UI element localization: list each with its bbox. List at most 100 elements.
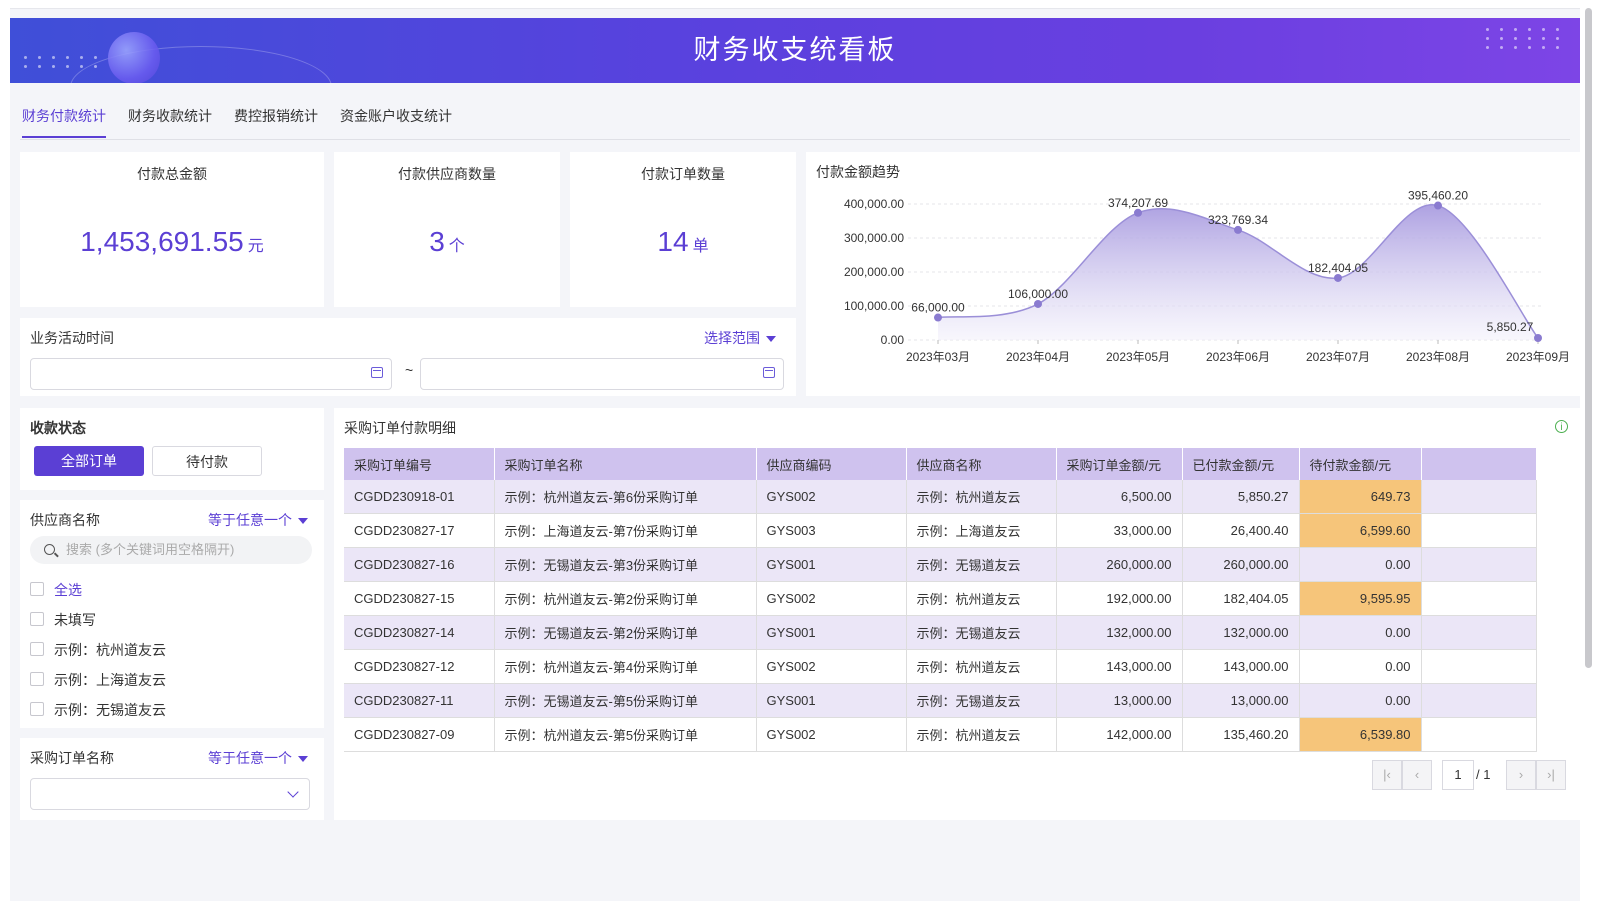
table-cell: 示例：杭州道友云-第6份采购订单 [494,480,757,514]
checkbox-label: 示例：上海道友云 [54,672,166,688]
table-cell: 182,404.05 [1182,581,1300,616]
checkbox[interactable] [30,642,44,656]
supplier-match-mode[interactable]: 等于任意一个 [208,510,308,530]
checkbox-label: 未填写 [54,612,96,628]
table-cell: 135,460.20 [1182,717,1300,752]
last-page-button[interactable]: ›| [1536,760,1566,790]
select-range-link[interactable]: 选择范围 [704,328,776,348]
tab-payment-stats[interactable]: 财务付款统计 [22,98,106,138]
calendar-icon[interactable] [763,367,775,378]
column-header[interactable]: 待付款金额/元 [1299,448,1422,480]
data-label: 323,769.34 [1208,213,1268,227]
table-cell-blank [1421,717,1537,752]
table-cell: 9,595.95 [1299,581,1422,616]
table-cell: 26,400.40 [1182,513,1300,548]
first-page-button[interactable]: |‹ [1372,760,1402,790]
table-row[interactable]: CGDD230827-14 示例：无锡道友云-第2份采购订单 GYS001 示例：无锡… [344,615,1537,650]
trend-chart-card: 付款金额趋势 0.00 100,000.00 200,000.00 300,000.0… [806,152,1580,396]
column-header[interactable]: 采购订单名称 [494,448,757,480]
table-cell: 0.00 [1299,547,1422,582]
kpi-label: 付款供应商数量 [398,166,496,182]
column-header[interactable]: 采购订单编号 [344,448,495,480]
data-label: 395,460.20 [1408,189,1468,203]
table-row[interactable]: CGDD230827-15 示例：杭州道友云-第2份采购订单 GYS002 示例：杭州… [344,581,1537,616]
kpi-number: 14 [657,226,689,257]
data-label: 5,850.27 [1487,320,1534,334]
table-cell: 示例：无锡道友云 [906,683,1057,718]
column-header[interactable]: 已付款金额/元 [1182,448,1300,480]
table-cell: 260,000.00 [1056,547,1183,582]
checkbox[interactable] [30,672,44,686]
next-page-button[interactable]: › [1506,760,1536,790]
page-scrollbar[interactable] [1585,8,1592,668]
prev-page-button[interactable]: ‹ [1402,760,1432,790]
table-cell: 260,000.00 [1182,547,1300,582]
supplier-filter-label: 供应商名称 [30,512,100,528]
data-point [934,313,942,322]
status-filter-label: 收款状态 [30,420,86,436]
tab-receipt-stats[interactable]: 财务收款统计 [128,98,212,136]
table-row[interactable]: CGDD230827-12 示例：杭州道友云-第4份采购订单 GYS002 示例：杭州… [344,649,1537,684]
table-cell: 示例：无锡道友云-第3份采购订单 [494,547,757,582]
column-header[interactable]: 采购订单金额/元 [1056,448,1183,480]
data-label: 66,000.00 [911,301,965,315]
order-name-select[interactable] [30,778,310,810]
y-tick-label: 200,000.00 [844,265,904,279]
end-date-input[interactable] [420,358,784,390]
checkbox[interactable] [30,582,44,596]
table-row[interactable]: CGDD230827-17 示例：上海道友云-第7份采购订单 GYS003 示例：上海… [344,513,1537,548]
table-cell: CGDD230827-17 [344,513,495,548]
data-label: 374,207.69 [1108,196,1168,210]
x-tick-label: 2023年04月 [1006,350,1070,364]
table-cell: 示例：杭州道友云 [906,717,1057,752]
table-cell: GYS002 [756,649,907,684]
table-cell: 示例：杭州道友云-第2份采购订单 [494,581,757,616]
table-row[interactable]: CGDD230827-11 示例：无锡道友云-第5份采购订单 GYS001 示例：无锡… [344,683,1537,718]
select-range-text: 选择范围 [704,330,760,346]
all-orders-button[interactable]: 全部订单 [34,446,144,476]
data-point [1334,273,1342,282]
table-cell: 0.00 [1299,615,1422,650]
x-tick-label: 2023年08月 [1406,350,1470,364]
table-cell: CGDD230827-11 [344,683,495,718]
column-header-blank [1421,448,1537,480]
order-payment-detail-panel: 采购订单付款明细 i 采购订单编号 采购订单名称 供应商编码 供应商名称 采购订… [334,408,1580,820]
table-row[interactable]: CGDD230827-09 示例：杭州道友云-第5份采购订单 GYS002 示例：杭州… [344,717,1537,752]
caret-down-icon [298,518,308,525]
table-cell: 13,000.00 [1182,683,1300,718]
kpi-unit: 元 [247,238,264,255]
data-label: 106,000.00 [1008,287,1068,301]
table-row[interactable]: CGDD230918-01 示例：杭州道友云-第6份采购订单 GYS002 示例：杭州… [344,480,1537,514]
order-name-match-mode[interactable]: 等于任意一个 [208,748,308,768]
checkbox[interactable] [30,612,44,626]
page-number-input[interactable]: 1 [1442,760,1474,790]
data-label: 182,404.05 [1308,261,1368,275]
x-tick-label: 2023年06月 [1206,350,1270,364]
start-date-input[interactable] [30,358,392,390]
table-cell-blank [1421,615,1537,650]
table-cell: 142,000.00 [1056,717,1183,752]
kpi-card-total-amount: 付款总金额 1,453,691.55 元 [20,152,324,307]
tab-expense-stats[interactable]: 费控报销统计 [234,98,318,136]
table-cell: 示例：上海道友云-第7份采购订单 [494,513,757,548]
checkbox[interactable] [30,702,44,716]
supplier-filter-panel: 供应商名称 等于任意一个 搜索 (多个关键词用空格隔开) 全选 未填写 示例：杭… [20,500,324,728]
dashboard-title: 财务收支统看板 [693,35,897,65]
tab-fund-account-stats[interactable]: 资金账户收支统计 [340,98,452,136]
table-row[interactable]: CGDD230827-16 示例：无锡道友云-第3份采购订单 GYS001 示例：无锡… [344,547,1537,582]
table-cell-blank [1421,683,1537,718]
table-cell: 649.73 [1299,480,1422,514]
column-header[interactable]: 供应商编码 [756,448,907,480]
column-header[interactable]: 供应商名称 [906,448,1057,480]
table-cell: CGDD230827-09 [344,717,495,752]
data-point [1034,299,1042,308]
pending-payment-button[interactable]: 待付款 [152,446,262,476]
table-cell-blank [1421,581,1537,616]
y-tick-label: 0.00 [881,333,905,347]
table-cell-blank [1421,480,1537,514]
info-icon[interactable]: i [1555,420,1568,433]
supplier-search-input[interactable]: 搜索 (多个关键词用空格隔开) [30,536,312,564]
table-title: 采购订单付款明细 [344,420,456,436]
calendar-icon[interactable] [371,367,383,378]
table-cell: 143,000.00 [1182,649,1300,684]
